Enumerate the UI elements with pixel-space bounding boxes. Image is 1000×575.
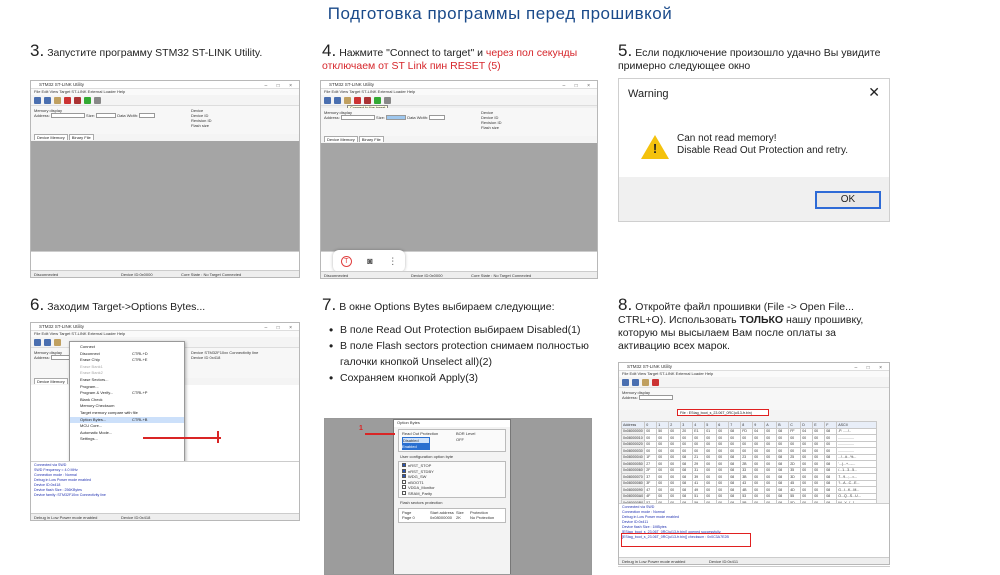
page-title: Подготовка программы перед прошивкой [327, 4, 673, 23]
checkbox-icon[interactable] [402, 479, 406, 484]
target-menu-item[interactable]: Blank Check [70, 397, 184, 404]
step-5-caption: 5. Если подключение произошло удачно Вы у… [618, 41, 881, 72]
step-3-caption: 3. Запустите программу STM32 ST-LINK Util… [30, 41, 263, 60]
warning-message: Can not read memory! Disable Read Out Pr… [677, 133, 849, 156]
step-5: 5. Если подключение произошло удачно Вы у… [618, 41, 893, 73]
target-menu-item[interactable]: Erase Bank2 [70, 370, 184, 377]
checkbox-icon[interactable] [402, 485, 406, 489]
checkbox-icon[interactable] [402, 490, 406, 495]
target-menu-item[interactable]: Option Bytes... CTRL+B [70, 416, 184, 424]
step-8-caption: 8. Откройте файл прошивки (File -> Open F… [618, 295, 864, 352]
step-7-caption: 7. В окне Options Bytes выбираем следующи… [322, 295, 555, 314]
log-line: Device family :STM32F10xx Connectivity l… [34, 493, 106, 497]
target-menu-item[interactable]: Erase Bank1 [70, 364, 184, 371]
option-row[interactable]: SRAM_Parity [400, 490, 504, 497]
target-menu-item[interactable]: Program... [70, 384, 184, 391]
text-tool-icon: T [340, 255, 352, 267]
target-menu-item[interactable]: MCU Core... [70, 423, 184, 430]
target-menu-item[interactable]: Automatic Mode... [70, 430, 184, 437]
divider [618, 566, 890, 567]
step-4-caption: 4. Нажмите "Connect to target" и через по… [322, 41, 578, 72]
target-menu-item[interactable]: Connect [70, 344, 184, 351]
hex-table: Address 0 1 2 3 4 5 6 7 8 9 A B C D E F ASCII 0x08000000 00… [620, 421, 878, 507]
rop-select[interactable]: Disabled [402, 436, 430, 444]
step-4: 4. Нажмите "Connect to target" и через по… [322, 41, 597, 73]
warning-title: Warning [628, 88, 669, 100]
screenshot-stlink-start: STM32 ST-LINK Utility – □ × File Edit Vie… [30, 80, 300, 278]
screenshot-option-bytes: Option Bytes Read Out Protection BOR Leve… [324, 418, 592, 575]
more-icon: ⋮ [388, 255, 398, 266]
screenshot-target-menu: STM32 ST-LINK Utility – □ × File Edit Vie… [30, 322, 300, 521]
ok-button[interactable]: OK [815, 191, 881, 209]
marker-1: 1 [359, 425, 363, 432]
screenshot-connect-target: STM32 ST-LINK Utility – □ × File Edit Vie… [320, 80, 598, 279]
log-area: Connected via SWD Connection mode : Norma… [619, 503, 889, 559]
target-menu-item[interactable]: Erase Chip CTRL+E [70, 357, 184, 364]
step-7: 7. В окне Options Bytes выбираем следующи… [322, 295, 597, 386]
toolbar [31, 95, 299, 106]
step-7-bullets: В поле Read Out Protection выбираем Disa… [326, 322, 597, 386]
status-bar: Disconnected Device ID:0x0000 Core State :… [31, 270, 299, 277]
screenshot-file-open: STM32 ST-LINK Utility – □ × File Edit Vie… [618, 362, 890, 565]
close-icon[interactable]: ✕ [868, 84, 880, 101]
checkbox-icon[interactable] [402, 474, 406, 478]
target-menu-item[interactable]: Erase Sectors... [70, 377, 184, 384]
target-menu-item[interactable]: Target memory compare with file [70, 410, 184, 417]
log-area: Connected via SWD SWD Frequency = 4.0 MHz… [31, 461, 299, 513]
target-menu-item[interactable]: Disconnect CTRL+D [70, 351, 184, 358]
checkbox-icon[interactable] [402, 463, 406, 467]
file-tab[interactable]: File : EStag_boot_s_23.06T_0RC(ul13-fr.b… [677, 409, 769, 416]
checkbox-icon[interactable] [402, 468, 406, 473]
memory-area [31, 141, 299, 251]
step-3: 3. Запустите программу STM32 ST-LINK Util… [30, 41, 305, 60]
step-8: 8. Откройте файл прошивки (File -> Open F… [618, 295, 890, 353]
step-6: 6. Заходим Target->Options Bytes... [30, 295, 305, 314]
target-menu-item[interactable]: Memory Checksum [70, 403, 184, 410]
tabs: Device Memory Binary File [31, 134, 299, 141]
step-6-caption: 6. Заходим Target->Options Bytes... [30, 295, 206, 314]
window-title: STM32 ST-LINK Utility – □ × [31, 81, 299, 89]
warning-dialog: Warning ✕ ! Can not read memory! Disable… [618, 78, 890, 222]
log-area [31, 251, 299, 272]
target-menu-item[interactable]: Program & Verify... CTRL+P [70, 390, 184, 397]
phone-overlay: T ◙ ⋮ [333, 250, 405, 272]
memory-display-panel: Memory display Address: Size: Data Width… [31, 106, 299, 134]
camera-icon: ◙ [367, 256, 373, 266]
option-bytes-dialog: Option Bytes Read Out Protection BOR Leve… [393, 419, 511, 574]
